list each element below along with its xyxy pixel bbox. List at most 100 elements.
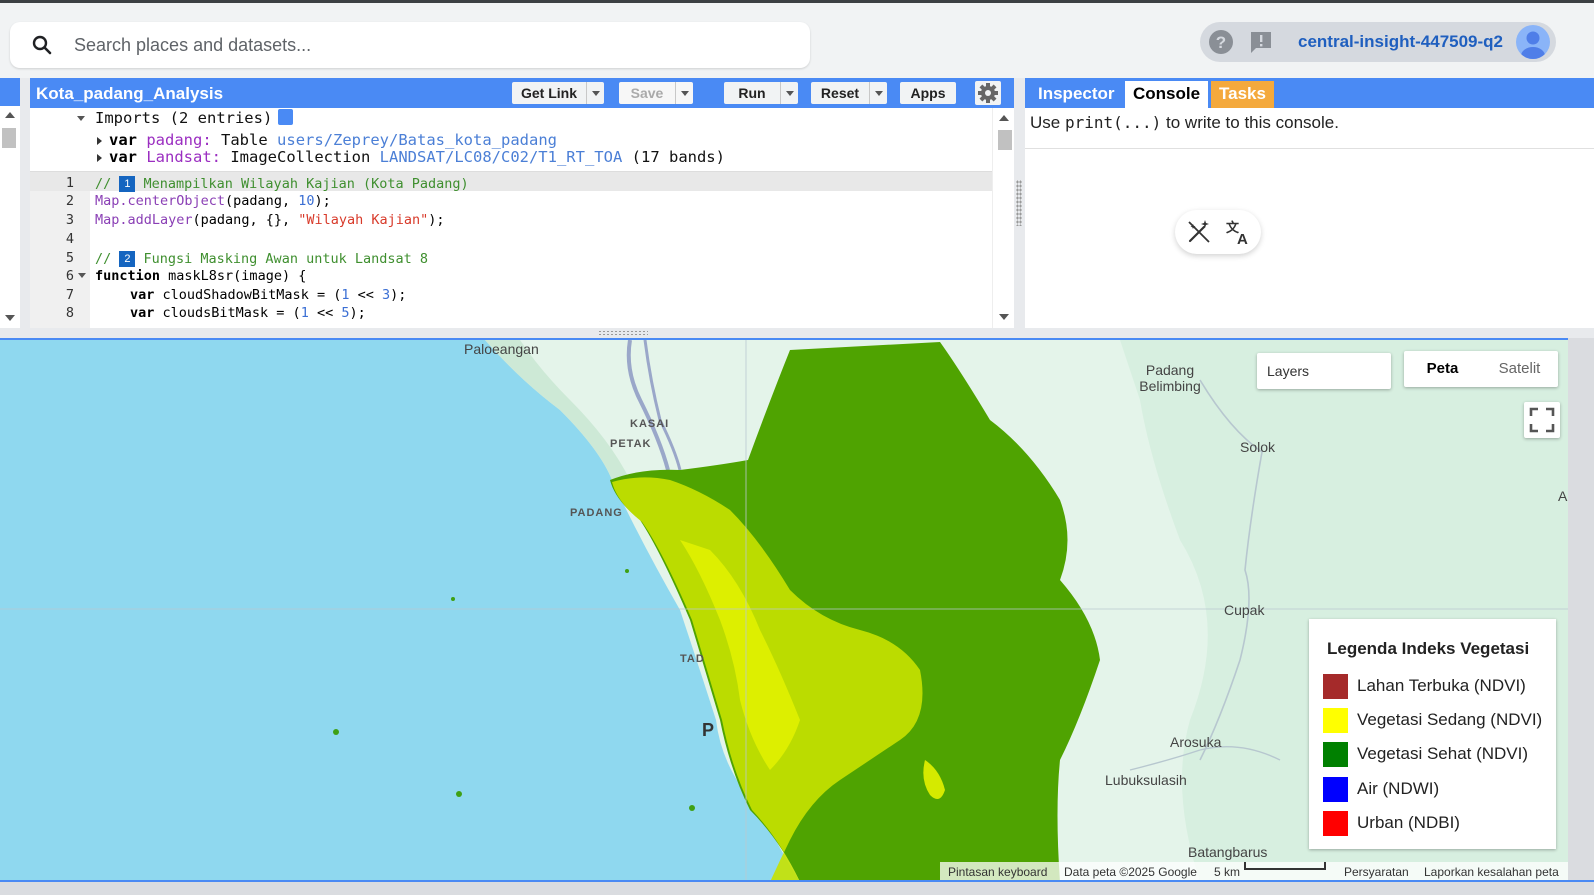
function-call: Map.centerObject [95,193,226,209]
code-line[interactable]: Map.addLayer(padang, {}, "Wilayah Kajian… [95,212,445,228]
report-error-link[interactable]: Laporkan kesalahan peta [1424,862,1559,880]
string: "Wilayah Kajian" [298,212,429,228]
legend-item: Urban (NDBI) [1323,811,1553,837]
reset-button[interactable]: Reset [811,82,887,104]
run-dropdown-icon[interactable] [780,82,798,104]
place-label: TAD [680,653,705,665]
scrollbar-thumb[interactable] [998,130,1012,150]
place-label: Padang Belimbing [1139,362,1201,394]
code-line[interactable]: var cloudsBitMask = (1 << 5); [130,305,366,321]
function-call: Map.addLayer [95,212,193,228]
script-title[interactable]: Kota_padang_Analysis [36,84,223,104]
code-line[interactable]: // 2 Fungsi Masking Awan untuk Landsat 8 [95,251,428,267]
collapse-imports-icon[interactable] [77,116,85,121]
comment: // [95,251,120,267]
get-link-label: Get Link [520,85,577,101]
search-icon[interactable] [30,33,54,57]
save-button[interactable]: Save [619,82,693,104]
horizontal-split-handle[interactable] [598,330,648,336]
tab-inspector[interactable]: Inspector [1030,81,1123,108]
gear-icon [978,83,998,103]
code-text: maskL8sr(image) { [160,268,307,284]
legend-swatch [1323,708,1348,733]
run-button[interactable]: Run [724,82,798,104]
scroll-down-icon[interactable] [5,315,15,321]
tab-console[interactable]: Console [1125,81,1209,108]
save-dropdown-icon[interactable] [675,82,693,104]
code-line[interactable]: function maskL8sr(image) { [95,268,306,284]
apps-button[interactable]: Apps [900,82,956,104]
code-text: (padang, {}, [192,212,299,228]
layers-label: Layers [1267,363,1310,379]
legend-panel: Legenda Indeks Vegetasi Lahan Terbuka (N… [1309,619,1556,849]
import-bands: (17 bands) [631,148,725,166]
search-input[interactable] [74,22,794,68]
map-type-satelit[interactable]: Satelit [1481,351,1558,387]
import-path[interactable]: LANDSAT/LC08/C02/T1_RT_TOA [380,148,623,166]
import-path[interactable]: users/Zeprey/Batas_kota_padang [277,131,557,149]
right-panel-tabs: Inspector Console Tasks [1025,78,1594,108]
help-icon[interactable]: ? [1208,29,1234,55]
island [451,597,455,601]
scroll-up-icon[interactable] [5,112,15,118]
get-link-button[interactable]: Get Link [512,82,604,104]
layers-button[interactable]: Layers [1257,353,1391,389]
expand-import-icon[interactable] [97,154,102,162]
line-number: 4 [65,231,74,247]
import-type: ImageCollection [230,148,371,166]
line-number: 3 [65,212,74,228]
reset-dropdown-icon[interactable] [869,82,887,104]
settings-button[interactable] [975,81,1001,105]
save-label: Save [630,85,664,101]
project-name[interactable]: central-insight-447509-q2 [1298,32,1503,52]
number: 3 [381,287,391,303]
fullscreen-icon [1529,407,1555,433]
user-icon [1521,31,1545,59]
scroll-up-icon[interactable] [999,115,1009,121]
scale-bar[interactable] [1244,862,1326,870]
imports-header[interactable]: Imports (2 entries) [95,109,294,127]
get-link-dropdown-icon[interactable] [586,82,604,104]
tab-tasks[interactable]: Tasks [1211,81,1274,108]
fullscreen-button[interactable] [1524,402,1560,438]
comment: // [95,176,120,192]
scripts-panel-collapsed[interactable] [0,78,20,328]
feedback-icon[interactable] [1248,29,1274,55]
avatar[interactable] [1516,25,1550,59]
import-row[interactable]: var Landsat: ImageCollection LANDSAT/LC0… [109,148,725,166]
search-box[interactable] [10,22,810,68]
doc-icon[interactable] [278,109,294,125]
place-label: PETAK [610,438,652,450]
legend-label: Lahan Terbuka (NDVI) [1357,676,1526,695]
floating-tools: 文 A [1175,210,1261,254]
code-line[interactable]: // 1 Menampilkan Wilayah Kajian (Kota Pa… [95,176,469,192]
legend-label: Vegetasi Sehat (NDVI) [1357,744,1529,763]
map-type-peta[interactable]: Peta [1404,351,1481,387]
keyboard-shortcuts-link[interactable]: Pintasan keyboard [948,862,1047,880]
vertical-split-handle[interactable] [1016,180,1022,226]
magic-wand-icon[interactable] [1185,218,1213,246]
import-keyword: var [109,148,137,166]
code-text: ); [349,305,366,321]
code-line[interactable]: Map.centerObject(padang, 10); [95,193,331,209]
account-bar: ? central-insight-447509-q2 [1200,22,1556,62]
console-message: Use print(...) to write to this console. [1030,113,1339,133]
keyword: function [95,268,161,284]
scroll-down-icon[interactable] [999,314,1009,320]
code-editor[interactable]: Imports (2 entries) var padang: Table us… [30,108,1014,328]
legend-swatch [1323,742,1348,767]
fold-icon[interactable] [78,273,86,278]
import-keyword: var [109,131,137,149]
code-line[interactable]: var cloudShadowBitMask = (1 << 3); [130,287,406,303]
translate-icon[interactable]: 文 A [1225,218,1253,246]
code-text: cloudShadowBitMask = ( [154,287,342,303]
import-row[interactable]: var padang: Table users/Zeprey/Batas_kot… [109,131,557,149]
scripts-panel-header [0,78,20,106]
scrollbar-thumb[interactable] [2,128,16,148]
expand-import-icon[interactable] [97,137,102,145]
scale-label[interactable]: 5 km [1214,862,1240,880]
terms-link[interactable]: Persyaratan [1344,862,1409,880]
place-label: Cupak [1224,602,1265,618]
editor-scrollbar[interactable] [992,108,1014,328]
map-view[interactable]: Paloeangan Padang Belimbing KASAI PETAK … [0,338,1568,880]
